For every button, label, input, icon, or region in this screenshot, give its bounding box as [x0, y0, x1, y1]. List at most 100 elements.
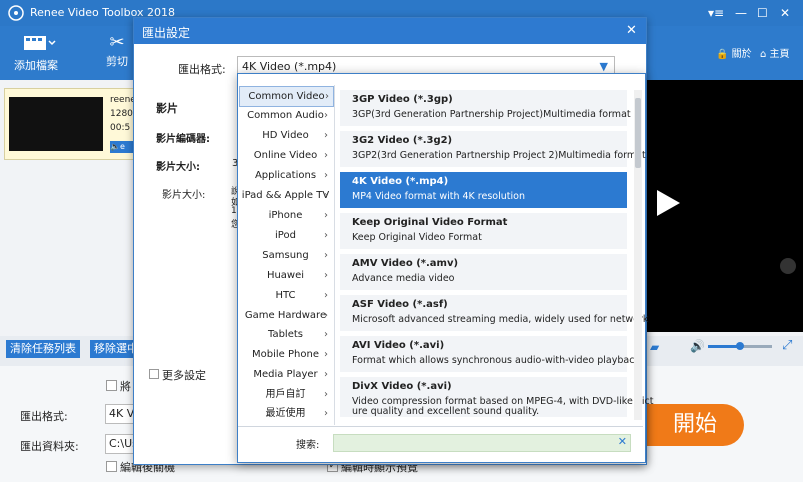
start-label: 開始 — [672, 412, 717, 437]
category-label: iPad && Apple TV — [241, 190, 330, 201]
chevron-right-icon: › — [324, 329, 328, 340]
category-item[interactable]: Media Player › — [239, 365, 332, 384]
menu-icon[interactable]: ▾≡ — [708, 6, 724, 20]
category-label: iPod — [275, 230, 296, 241]
clear-search-icon[interactable]: ✕ — [618, 435, 627, 448]
category-item[interactable]: Samsung › — [239, 246, 332, 265]
volume-slider[interactable] — [708, 342, 772, 350]
about-label: 關於 — [731, 49, 752, 60]
category-item[interactable]: 用戶自訂 › — [239, 385, 332, 404]
format-item[interactable]: AVI Video (*.avi) Format which allows sy… — [340, 336, 640, 372]
chevron-right-icon: › — [324, 270, 328, 281]
category-label: 用戶自訂 — [265, 389, 306, 400]
format-item[interactable]: ASF Video (*.asf) Microsoft advanced str… — [340, 295, 648, 331]
format-title: ASF Video (*.asf) — [352, 299, 448, 310]
category-item[interactable]: Common Audio › — [239, 106, 332, 125]
category-label: HD Video — [262, 130, 309, 141]
volume-handle[interactable] — [736, 342, 744, 350]
video-section-title: 影片 — [156, 102, 178, 115]
category-item[interactable]: iPod › — [239, 226, 332, 245]
video-thumbnail — [9, 97, 103, 151]
about-button[interactable]: 🔒 關於 — [716, 45, 752, 60]
play-icon[interactable] — [654, 188, 682, 218]
task-duration: 00:5 — [110, 123, 131, 133]
minimize-icon[interactable]: — — [735, 6, 747, 20]
cut-label: 剪切 — [106, 55, 128, 68]
folder-icon[interactable]: ▰ — [650, 340, 659, 354]
format-item[interactable]: AMV Video (*.amv) Advance media video — [340, 254, 627, 290]
export-format-label: 匯出格式: — [20, 410, 68, 423]
format-select-value: 4K Video (*.mp4) — [242, 60, 337, 73]
audio-track-badge[interactable]: 🔈e — [110, 141, 134, 153]
chevron-right-icon: › — [324, 310, 328, 321]
format-item[interactable]: 3GP Video (*.3gp) 3GP(3rd Generation Par… — [340, 90, 631, 126]
category-item[interactable]: Huawei › — [239, 266, 332, 285]
export-folder-label: 匯出資料夾: — [20, 440, 79, 453]
category-item[interactable]: Game Hardware › — [239, 306, 332, 325]
category-item[interactable]: 最近使用 › — [239, 404, 332, 423]
chevron-right-icon: › — [324, 110, 328, 121]
volume-icon[interactable]: 🔊 — [690, 339, 705, 353]
popup-divider — [334, 85, 335, 425]
shutdown-checkbox[interactable] — [106, 461, 117, 472]
clear-task-list-button[interactable]: 清除任務列表 — [6, 340, 80, 358]
filesize-label: 影片大小: — [162, 190, 206, 201]
more-settings-checkbox[interactable] — [149, 369, 159, 379]
category-label: Tablets — [268, 329, 303, 340]
category-item[interactable]: iPhone › — [239, 206, 332, 225]
lock-icon: 🔒 — [716, 49, 729, 60]
chevron-right-icon: › — [324, 389, 328, 400]
chevron-right-icon: › — [324, 369, 328, 380]
task-item[interactable]: reene 1280 00:5 🔈e — [4, 88, 136, 160]
category-label: Huawei — [266, 270, 305, 281]
filesize-text-3: 1 — [231, 206, 237, 216]
format-scrollbar[interactable] — [634, 90, 642, 420]
category-item[interactable]: iPad && Apple TV › — [239, 186, 332, 205]
category-item[interactable]: HTC › — [239, 286, 332, 305]
category-item[interactable]: Common Video › — [239, 86, 334, 107]
search-input[interactable]: ✕ — [333, 434, 631, 452]
format-label: 匯出格式: — [178, 63, 226, 76]
category-item[interactable]: Mobile Phone › — [239, 345, 332, 364]
chevron-right-icon: › — [324, 230, 328, 241]
category-item[interactable]: Applications › — [239, 166, 332, 185]
chevron-right-icon: › — [324, 130, 328, 141]
chevron-right-icon: › — [324, 170, 328, 181]
maximize-icon[interactable]: ☐ — [757, 6, 768, 20]
category-item[interactable]: Tablets › — [239, 325, 332, 344]
merge-label: 將 — [120, 380, 131, 393]
task-name: reene — [110, 95, 136, 105]
format-title: AVI Video (*.avi) — [352, 340, 445, 351]
dialog-title: 匯出設定 — [142, 26, 191, 40]
close-icon[interactable]: ✕ — [780, 6, 790, 20]
add-file-button[interactable]: 添加檔案 — [8, 32, 64, 73]
fullscreen-icon[interactable]: ⤢ — [782, 338, 792, 353]
format-item[interactable]: Keep Original Video Format Keep Original… — [340, 213, 627, 249]
dialog-close-icon[interactable]: ✕ — [626, 23, 637, 38]
scrollbar-thumb[interactable] — [635, 98, 641, 168]
scroll-indicator-icon[interactable] — [780, 258, 796, 274]
format-item-selected[interactable]: 4K Video (*.mp4) MP4 Video format with 4… — [340, 172, 627, 208]
category-label: iPhone — [268, 210, 303, 221]
start-button[interactable]: 開始 — [646, 404, 744, 446]
merge-checkbox[interactable] — [106, 380, 117, 391]
format-title: 3GP Video (*.3gp) — [352, 94, 453, 105]
encoder-label: 影片編碼器: — [156, 134, 210, 145]
category-label: Mobile Phone — [252, 349, 319, 360]
category-item[interactable]: HD Video › — [239, 126, 332, 145]
format-item[interactable]: DivX Video (*.avi) Video compression for… — [340, 377, 653, 417]
format-desc: Keep Original Video Format — [352, 232, 482, 243]
audio-track-label: e — [119, 142, 125, 151]
chevron-right-icon: › — [324, 190, 328, 201]
category-label: HTC — [275, 290, 296, 301]
format-title: AMV Video (*.amv) — [352, 258, 459, 269]
chevron-right-icon: › — [324, 250, 328, 261]
cut-button[interactable]: ✂ 剪切 — [100, 32, 134, 69]
category-label: Common Video — [248, 91, 325, 102]
home-button[interactable]: ⌂ 主頁 — [760, 45, 790, 60]
format-item[interactable]: 3G2 Video (*.3g2) 3GP2(3rd Generation Pa… — [340, 131, 646, 167]
category-label: Applications — [254, 170, 317, 181]
category-item[interactable]: Online Video › — [239, 146, 332, 165]
video-preview[interactable] — [640, 80, 803, 332]
app-logo-icon — [8, 5, 24, 21]
